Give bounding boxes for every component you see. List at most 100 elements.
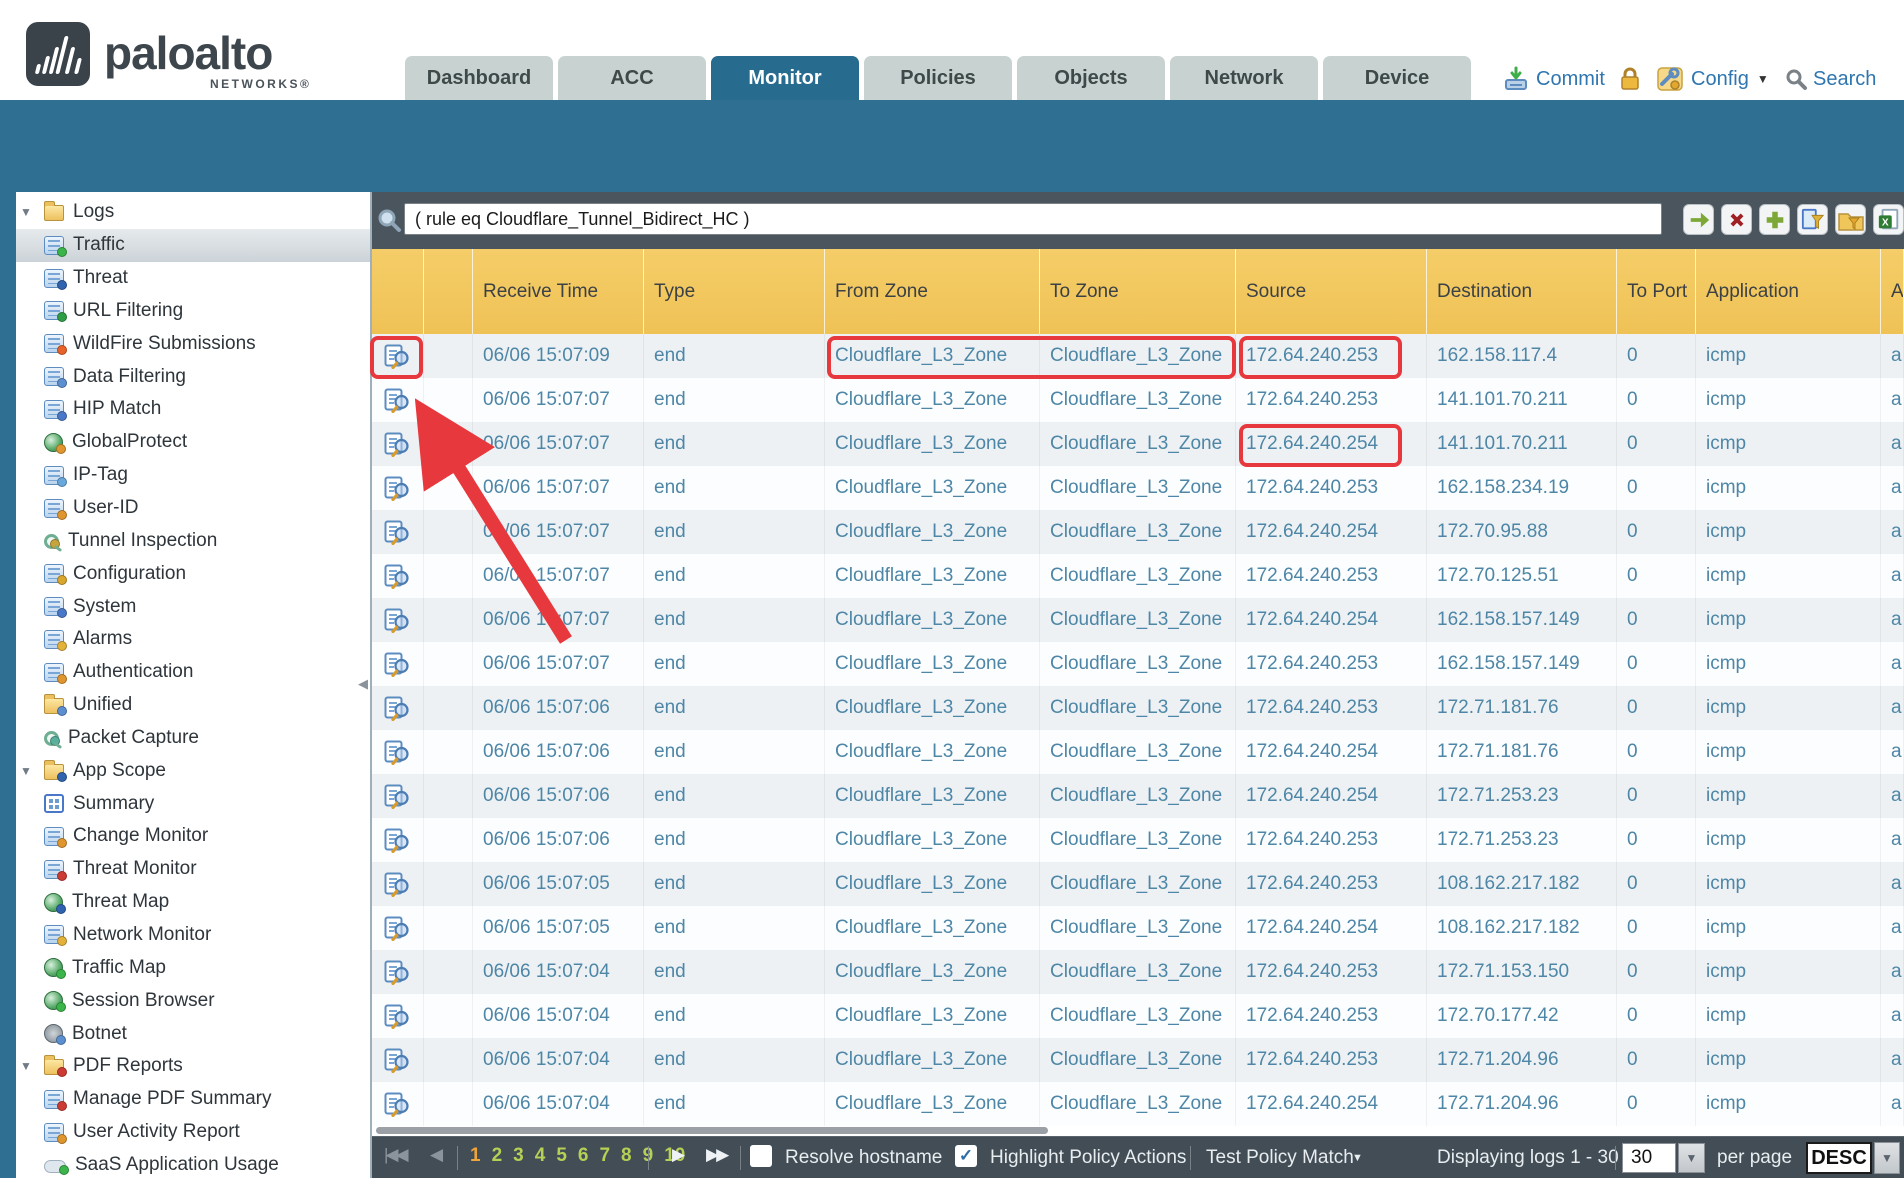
from-zone-cell[interactable]: Cloudflare_L3_Zone [825,906,1040,950]
commit-button[interactable]: Commit [1503,62,1605,96]
filter-builder-button[interactable] [1797,204,1828,235]
to-zone-cell[interactable]: Cloudflare_L3_Zone [1040,466,1236,510]
destination-cell[interactable]: 172.70.95.88 [1427,510,1617,554]
receive-time-cell[interactable]: 06/06 15:07:07 [473,598,644,642]
to-zone-cell[interactable]: Cloudflare_L3_Zone [1040,378,1236,422]
to-port-cell[interactable]: 0 [1617,906,1696,950]
expand-triangle-icon[interactable]: ▼ [20,764,32,778]
log-detail-magnifier-icon[interactable] [372,598,424,642]
application-cell[interactable]: icmp [1696,554,1881,598]
from-zone-cell[interactable]: Cloudflare_L3_Zone [825,1038,1040,1082]
to-port-cell[interactable]: 0 [1617,334,1696,378]
source-cell[interactable]: 172.64.240.253 [1236,378,1427,422]
from-zone-cell[interactable]: Cloudflare_L3_Zone [825,774,1040,818]
destination-cell[interactable]: 162.158.157.149 [1427,642,1617,686]
sidebar-item[interactable]: ▼ Change Monitor [16,820,370,853]
destination-cell[interactable]: 162.158.234.19 [1427,466,1617,510]
receive-time-cell[interactable]: 06/06 15:07:06 [473,774,644,818]
action-cell[interactable]: a [1881,950,1904,994]
per-page-select-arrow[interactable]: ▼ [1678,1143,1705,1173]
sidebar-item[interactable]: ▼ WildFire Submissions [16,327,370,360]
log-detail-magnifier-icon[interactable] [372,818,424,862]
to-port-cell[interactable]: 0 [1617,818,1696,862]
column-header[interactable]: From Zone [825,249,1040,334]
to-zone-cell[interactable]: Cloudflare_L3_Zone [1040,994,1236,1038]
to-zone-cell[interactable]: Cloudflare_L3_Zone [1040,598,1236,642]
source-cell[interactable]: 172.64.240.254 [1236,774,1427,818]
page-number[interactable]: 6 [578,1145,589,1167]
action-cell[interactable]: a [1881,906,1904,950]
next-page-button[interactable]: ▶ [672,1145,682,1165]
from-zone-cell[interactable]: Cloudflare_L3_Zone [825,642,1040,686]
log-detail-magnifier-icon[interactable] [372,466,424,510]
application-cell[interactable]: icmp [1696,994,1881,1038]
expand-triangle-icon[interactable]: ▼ [20,1059,32,1073]
type-cell[interactable]: end [644,554,825,598]
receive-time-cell[interactable]: 06/06 15:07:04 [473,994,644,1038]
apply-filter-button[interactable] [1683,204,1714,235]
from-zone-cell[interactable]: Cloudflare_L3_Zone [825,598,1040,642]
destination-cell[interactable]: 172.70.125.51 [1427,554,1617,598]
sidebar-item[interactable]: ▼ Alarms [16,623,370,656]
to-port-cell[interactable]: 0 [1617,1038,1696,1082]
page-number[interactable]: 7 [599,1145,610,1167]
to-port-cell[interactable]: 0 [1617,378,1696,422]
log-detail-magnifier-icon[interactable] [372,554,424,598]
sidebar-item[interactable]: ▼ Authentication [16,656,370,689]
sidebar-item[interactable]: ▼ IP-Tag [16,459,370,492]
to-port-cell[interactable]: 0 [1617,686,1696,730]
to-zone-cell[interactable]: Cloudflare_L3_Zone [1040,950,1236,994]
column-header[interactable]: Type [644,249,825,334]
source-cell[interactable]: 172.64.240.253 [1236,862,1427,906]
to-zone-cell[interactable]: Cloudflare_L3_Zone [1040,730,1236,774]
application-cell[interactable]: icmp [1696,466,1881,510]
source-cell[interactable]: 172.64.240.254 [1236,422,1427,466]
log-detail-magnifier-icon[interactable] [372,774,424,818]
nav-tab[interactable]: ACC [558,56,706,100]
from-zone-cell[interactable]: Cloudflare_L3_Zone [825,422,1040,466]
column-header[interactable]: Application [1696,249,1881,334]
sidebar-item[interactable]: ▼ Threat Monitor [16,853,370,886]
to-zone-cell[interactable]: Cloudflare_L3_Zone [1040,1082,1236,1126]
type-cell[interactable]: end [644,994,825,1038]
to-zone-cell[interactable]: Cloudflare_L3_Zone [1040,334,1236,378]
column-header[interactable] [424,249,473,334]
type-cell[interactable]: end [644,950,825,994]
application-cell[interactable]: icmp [1696,642,1881,686]
page-number[interactable]: 8 [621,1145,632,1167]
log-detail-magnifier-icon[interactable] [372,1038,424,1082]
from-zone-cell[interactable]: Cloudflare_L3_Zone [825,554,1040,598]
sidebar-collapse-icon[interactable]: ◀ [358,676,368,692]
expand-triangle-icon[interactable]: ▼ [20,205,32,219]
sidebar-item[interactable]: ▼ Botnet [16,1017,370,1050]
from-zone-cell[interactable]: Cloudflare_L3_Zone [825,994,1040,1038]
action-cell[interactable]: a [1881,642,1904,686]
to-port-cell[interactable]: 0 [1617,422,1696,466]
application-cell[interactable]: icmp [1696,686,1881,730]
log-detail-magnifier-icon[interactable] [372,994,424,1038]
receive-time-cell[interactable]: 06/06 15:07:07 [473,422,644,466]
sort-order-select[interactable]: DESC [1806,1142,1872,1174]
destination-cell[interactable]: 108.162.217.182 [1427,862,1617,906]
column-header[interactable]: Destination [1427,249,1617,334]
source-cell[interactable]: 172.64.240.253 [1236,554,1427,598]
type-cell[interactable]: end [644,774,825,818]
from-zone-cell[interactable]: Cloudflare_L3_Zone [825,466,1040,510]
sidebar-item[interactable]: ▼ Unified [16,689,370,722]
column-header[interactable]: A [1881,249,1904,334]
log-detail-magnifier-icon[interactable] [372,686,424,730]
prev-page-button[interactable]: ◀ [430,1145,440,1165]
sidebar-item[interactable]: ▼ Manage PDF Summary [16,1083,370,1116]
nav-tab[interactable]: Objects [1017,56,1165,100]
last-page-button[interactable]: ▶▶ [706,1145,726,1165]
source-cell[interactable]: 172.64.240.253 [1236,1038,1427,1082]
page-number[interactable]: 4 [535,1145,546,1167]
action-cell[interactable]: a [1881,598,1904,642]
sidebar-item[interactable]: ▼ Threat Map [16,886,370,919]
receive-time-cell[interactable]: 06/06 15:07:06 [473,730,644,774]
to-zone-cell[interactable]: Cloudflare_L3_Zone [1040,818,1236,862]
type-cell[interactable]: end [644,510,825,554]
type-cell[interactable]: end [644,818,825,862]
to-zone-cell[interactable]: Cloudflare_L3_Zone [1040,774,1236,818]
to-zone-cell[interactable]: Cloudflare_L3_Zone [1040,554,1236,598]
